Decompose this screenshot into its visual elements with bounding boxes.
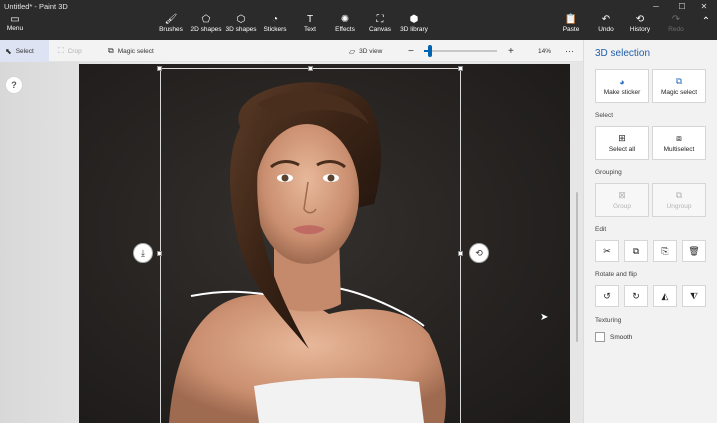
flip-horizontal-icon: ◭ bbox=[661, 290, 669, 301]
canvas-workspace[interactable]: ? ⤓ ⟲ ➤ bbox=[0, 62, 583, 423]
2d-shapes-icon: ⬠ bbox=[201, 14, 211, 25]
paste-panel-button[interactable]: ⎘ bbox=[653, 240, 677, 262]
selection-toolbar: ⬉ Select ⛶ Crop ⧉ Magic select ▱ 3D view… bbox=[0, 40, 583, 62]
rotate-depth-icon: ⤓ bbox=[141, 247, 145, 258]
zoom-slider-track[interactable] bbox=[424, 50, 497, 52]
rotate-right-button[interactable]: ↻ bbox=[624, 285, 648, 307]
multiselect-icon: ⧈ bbox=[676, 133, 682, 143]
rotate-right-icon: ↻ bbox=[632, 290, 640, 301]
select-all-button[interactable]: ⊞ Select all bbox=[595, 126, 649, 160]
magic-select-toolbar-button[interactable]: ⧉ Magic select bbox=[108, 40, 154, 62]
3d-view-icon: ▱ bbox=[349, 46, 356, 56]
help-button[interactable]: ? bbox=[5, 76, 23, 94]
zoom-in-button[interactable]: + bbox=[508, 40, 514, 62]
3d-selection-panel: 3D selection ◕ Make sticker ⧉ Magic sele… bbox=[583, 40, 717, 423]
undo-icon: ↶ bbox=[601, 14, 611, 25]
zoom-slider-thumb[interactable] bbox=[428, 45, 432, 57]
resize-handle-top[interactable] bbox=[308, 66, 313, 71]
tool-3d-shapes[interactable]: ⬡ 3D shapes bbox=[225, 14, 256, 38]
select-section-label: Select bbox=[595, 112, 614, 119]
3d-view-button[interactable]: ▱ 3D view bbox=[349, 40, 382, 62]
paste-icon: ⎘ bbox=[661, 245, 669, 256]
resize-handle-top-left[interactable] bbox=[157, 66, 162, 71]
panel-title: 3D selection bbox=[595, 48, 651, 59]
flip-vertical-icon: ⧨ bbox=[689, 290, 699, 301]
vertical-scrollbar[interactable] bbox=[576, 192, 578, 342]
undo-button[interactable]: ↶ Undo bbox=[596, 14, 616, 38]
redo-button[interactable]: ↷ Redo bbox=[666, 14, 686, 38]
tool-stickers[interactable]: ◔ Stickers bbox=[263, 14, 287, 38]
rotate-left-icon: ↺ bbox=[603, 290, 611, 301]
menu-icon: ▭ bbox=[10, 14, 20, 25]
title-ribbon-bar: Untitled* - Paint 3D ─ ☐ ✕ ▭ Menu 🖌 Brus… bbox=[0, 0, 717, 40]
delete-button[interactable]: 🗑 bbox=[682, 240, 706, 262]
cut-button[interactable]: ✂ bbox=[595, 240, 619, 262]
trash-icon: 🗑 bbox=[688, 245, 700, 256]
make-sticker-button[interactable]: ◕ Make sticker bbox=[595, 69, 649, 103]
stickers-icon: ◔ bbox=[271, 14, 279, 25]
minimize-button[interactable]: ─ bbox=[643, 0, 669, 12]
multiselect-button[interactable]: ⧈ Multiselect bbox=[652, 126, 706, 160]
edit-section-label: Edit bbox=[595, 226, 607, 233]
rotate-y-handle[interactable]: ⟲ bbox=[469, 243, 489, 263]
3d-library-icon: ⬢ bbox=[409, 14, 419, 25]
paste-button[interactable]: 📋 Paste bbox=[561, 14, 581, 38]
selection-bounding-box[interactable] bbox=[160, 68, 461, 423]
rotate-around-icon: ⟲ bbox=[475, 247, 483, 258]
paste-icon: 📋 bbox=[564, 14, 578, 25]
history-icon: ⟲ bbox=[635, 14, 645, 25]
close-button[interactable]: ✕ bbox=[691, 0, 717, 12]
tool-effects[interactable]: ✺ Effects bbox=[334, 14, 356, 38]
tool-canvas[interactable]: ⛶ Canvas bbox=[369, 14, 391, 38]
mouse-cursor-icon: ➤ bbox=[540, 312, 549, 323]
group-button[interactable]: ⊠ Group bbox=[595, 183, 649, 217]
texturing-section-label: Texturing bbox=[595, 317, 622, 324]
smooth-label: Smooth bbox=[610, 333, 633, 341]
3d-shapes-icon: ⬡ bbox=[236, 14, 246, 25]
sticker-icon: ◕ bbox=[619, 76, 625, 87]
resize-handle-left[interactable] bbox=[157, 251, 162, 256]
magic-select-icon: ⧉ bbox=[675, 76, 683, 86]
flip-horizontal-button[interactable]: ◭ bbox=[653, 285, 677, 307]
copy-button[interactable]: ⧉ bbox=[624, 240, 648, 262]
smooth-checkbox-row[interactable]: Smooth bbox=[595, 332, 632, 342]
resize-handle-top-right[interactable] bbox=[458, 66, 463, 71]
group-icon: ⊠ bbox=[618, 190, 626, 200]
tool-brushes[interactable]: 🖌 Brushes bbox=[159, 14, 183, 38]
text-icon: T bbox=[306, 14, 314, 25]
zoom-out-button[interactable]: − bbox=[408, 40, 414, 62]
select-tool-button[interactable]: ⬉ Select bbox=[0, 40, 49, 62]
rotate-z-handle[interactable]: ⤓ bbox=[133, 243, 153, 263]
rotate-left-button[interactable]: ↺ bbox=[595, 285, 619, 307]
rotate-flip-section-label: Rotate and flip bbox=[595, 271, 637, 278]
scissors-icon: ✂ bbox=[603, 245, 611, 256]
copy-icon: ⧉ bbox=[632, 245, 640, 256]
tool-text[interactable]: T Text bbox=[301, 14, 319, 38]
effects-icon: ✺ bbox=[340, 14, 350, 25]
flip-vertical-button[interactable]: ⧨ bbox=[682, 285, 706, 307]
select-all-icon: ⊞ bbox=[618, 133, 626, 143]
cursor-icon: ⬉ bbox=[5, 46, 12, 56]
crop-icon: ⛶ bbox=[58, 46, 64, 55]
brush-icon: 🖌 bbox=[164, 14, 178, 25]
crop-button[interactable]: ⛶ Crop bbox=[58, 40, 82, 62]
ungroup-icon: ⧉ bbox=[675, 190, 683, 200]
tool-2d-shapes[interactable]: ⬠ 2D shapes bbox=[190, 14, 221, 38]
grouping-section-label: Grouping bbox=[595, 169, 622, 176]
canvas-icon: ⛶ bbox=[376, 14, 384, 25]
chevron-up-icon: ⌃ bbox=[701, 16, 711, 27]
magic-select-icon: ⧉ bbox=[108, 46, 114, 55]
magic-select-button[interactable]: ⧉ Magic select bbox=[652, 69, 706, 103]
window-title: Untitled* - Paint 3D bbox=[4, 2, 68, 11]
redo-icon: ↷ bbox=[671, 14, 681, 25]
history-button[interactable]: ⟲ History bbox=[628, 14, 652, 38]
more-options-button[interactable]: ··· bbox=[565, 40, 574, 62]
tool-3d-library[interactable]: ⬢ 3D library bbox=[400, 14, 428, 38]
resize-handle-right[interactable] bbox=[458, 251, 463, 256]
collapse-ribbon-button[interactable]: ⌃ bbox=[699, 16, 713, 40]
smooth-checkbox[interactable] bbox=[595, 332, 605, 342]
ungroup-button[interactable]: ⧉ Ungroup bbox=[652, 183, 706, 217]
zoom-level: 14% bbox=[538, 47, 552, 55]
menu-button[interactable]: ▭ Menu bbox=[2, 14, 28, 38]
